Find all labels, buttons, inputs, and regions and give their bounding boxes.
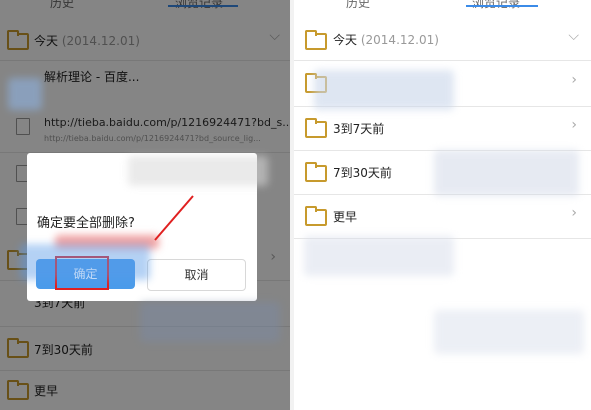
- tab-underline: [466, 5, 538, 7]
- blurred-region: [128, 156, 268, 186]
- blurred-region: [140, 302, 280, 342]
- left-screen: 历史 浏览记录 今天 (2014.12.01) ⌵ 解析理论 - 百度... h…: [0, 0, 290, 410]
- group-today-date: (2014.12.01): [360, 33, 439, 47]
- blurred-region: [8, 78, 42, 110]
- chevron-right-icon[interactable]: ›: [571, 117, 577, 133]
- folder-icon: [305, 206, 327, 226]
- group-today-label: 今天: [333, 33, 358, 47]
- blurred-region: [304, 236, 454, 276]
- group-3-7-days[interactable]: 3到7天前 ›: [294, 106, 591, 151]
- folder-icon: [305, 118, 327, 138]
- tab-history[interactable]: 历史: [346, 0, 370, 11]
- folder-icon: [305, 30, 327, 50]
- blurred-region: [20, 244, 150, 280]
- chevron-right-icon[interactable]: ›: [571, 205, 577, 221]
- chevron-right-icon[interactable]: ›: [571, 72, 577, 88]
- group-earlier[interactable]: 更早 ›: [294, 194, 591, 239]
- blurred-region: [434, 310, 584, 354]
- group-3-7-days-label: 3到7天前: [333, 122, 385, 136]
- right-screen: 历史 浏览记录 今天 (2014.12.01) ⌵ › 3到7天前 › 7到30…: [294, 0, 591, 410]
- blurred-region: [434, 150, 579, 196]
- group-today[interactable]: 今天 (2014.12.01) ⌵: [294, 20, 591, 61]
- tab-bar: 历史 浏览记录: [294, 0, 591, 11]
- pointer-arrow: [154, 195, 194, 241]
- chevron-down-icon[interactable]: ⌵: [568, 28, 579, 44]
- folder-icon: [305, 162, 327, 182]
- group-7-30-days-label: 7到30天前: [333, 166, 392, 180]
- blurred-region: [314, 70, 454, 110]
- group-earlier-label: 更早: [333, 210, 358, 224]
